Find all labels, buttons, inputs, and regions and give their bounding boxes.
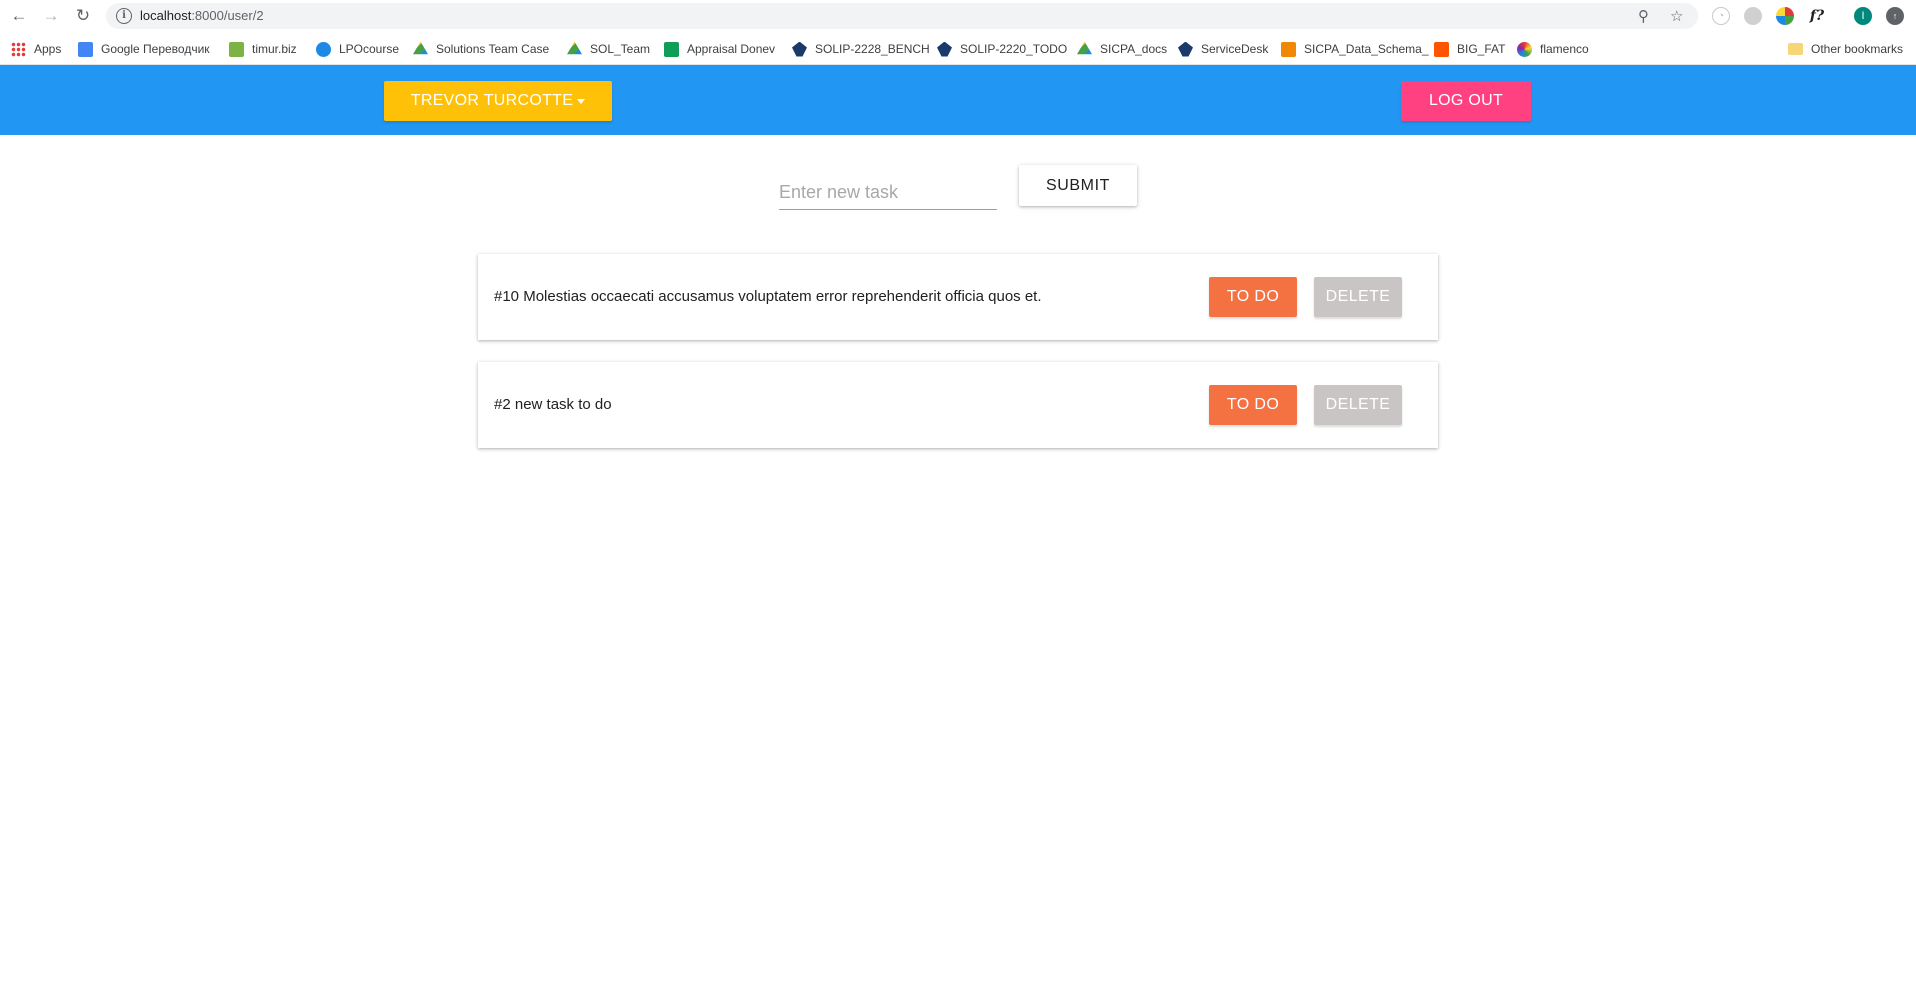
- jira-icon: [937, 41, 952, 57]
- extension-clock-icon[interactable]: ◔: [1712, 7, 1730, 25]
- bookmark-label: BIG_FAT: [1457, 42, 1506, 56]
- bookmark-other-bookmarks[interactable]: Other bookmarks: [1788, 40, 1903, 58]
- google-translate-icon: [78, 41, 93, 57]
- mail-icon: [229, 41, 244, 57]
- site-info-icon[interactable]: i: [116, 8, 132, 24]
- task-text: #2 new task to do: [494, 396, 612, 413]
- delete-button[interactable]: DELETE: [1314, 385, 1402, 425]
- url-text: localhost:8000/user/2: [140, 8, 264, 23]
- drawio-icon: [1281, 41, 1296, 57]
- bookmark-sol-team[interactable]: SOL_Team: [567, 40, 650, 58]
- extension-color-icon[interactable]: [1776, 7, 1794, 25]
- bookmark-flamenco[interactable]: flamenco: [1517, 40, 1589, 58]
- bookmark-label: SICPA_docs: [1100, 42, 1168, 56]
- task-card: #10 Molestias occaecati accusamus volupt…: [478, 254, 1438, 340]
- submit-button[interactable]: SUBMIT: [1019, 165, 1137, 206]
- bookmark-label: SOL_Team: [590, 42, 651, 56]
- sheets-icon: [664, 41, 679, 57]
- delete-button[interactable]: DELETE: [1314, 277, 1402, 317]
- bookmark-solip-2220-todo[interactable]: SOLIP-2220_TODO: [937, 40, 1067, 58]
- forward-arrow-icon[interactable]: →: [40, 5, 62, 27]
- bookmark-solip-2228-bench[interactable]: SOLIP-2228_BENCH: [792, 40, 930, 58]
- browser-toolbar: ← → ↻ i localhost:8000/user/2 ⚲ ☆ ◔ f? I…: [0, 0, 1916, 32]
- bookmark-label: Apps: [34, 42, 62, 56]
- drive-icon: [413, 41, 428, 55]
- user-name-label: TREVOR TURCOTTE: [410, 92, 574, 109]
- bookmark-solutions-team-case[interactable]: Solutions Team Case: [413, 40, 549, 58]
- bookmark-label: SICPA_Data_Schema_: [1304, 42, 1429, 56]
- bookmark-label: SOLIP-2228_BENCH: [815, 42, 930, 56]
- bookmark-timur-biz[interactable]: timur.biz: [229, 40, 297, 58]
- drive-icon: [1077, 41, 1092, 55]
- address-bar[interactable]: i localhost:8000/user/2 ⚲ ☆: [106, 3, 1698, 29]
- update-arrow-icon[interactable]: ↑: [1886, 7, 1904, 25]
- jira-icon: [1178, 41, 1193, 57]
- task-text: #10 Molestias occaecati accusamus volupt…: [494, 288, 1042, 305]
- task-card: #2 new task to do TO DO DELETE: [478, 362, 1438, 448]
- bookmarks-bar: Apps Google Переводчик timur.biz LPOcour…: [0, 32, 1916, 65]
- bookmark-lpocourse[interactable]: LPOcourse: [316, 40, 399, 58]
- drive-icon: [567, 41, 582, 55]
- bookmark-label: SOLIP-2220_TODO: [960, 42, 1068, 56]
- lpo-icon: [316, 41, 331, 57]
- bookmark-label: timur.biz: [252, 42, 297, 56]
- apps-grid-icon: [11, 41, 26, 57]
- bookmark-label: Solutions Team Case: [436, 42, 550, 56]
- task-list: #10 Molestias occaecati accusamus volupt…: [478, 254, 1438, 470]
- app-header: TREVOR TURCOTTE LOG OUT: [0, 65, 1916, 135]
- bookmark-label: flamenco: [1540, 42, 1589, 56]
- bookmark-sicpa-data-schema[interactable]: SICPA_Data_Schema_: [1281, 40, 1429, 58]
- bookmark-servicedesk[interactable]: ServiceDesk: [1178, 40, 1268, 58]
- folder-icon: [1788, 43, 1803, 55]
- bookmark-appraisal-donev[interactable]: Appraisal Donev: [664, 40, 775, 58]
- bookmark-label: ServiceDesk: [1201, 42, 1269, 56]
- bookmark-label: Google Переводчик: [101, 42, 210, 56]
- bookmark-apps[interactable]: Apps: [11, 40, 61, 58]
- back-arrow-icon[interactable]: ←: [8, 5, 30, 27]
- jira-icon: [792, 41, 807, 57]
- logout-button[interactable]: LOG OUT: [1401, 81, 1531, 121]
- todo-status-button[interactable]: TO DO: [1209, 385, 1297, 425]
- bookmark-sicpa-docs[interactable]: SICPA_docs: [1077, 40, 1167, 58]
- bookmark-label: Other bookmarks: [1811, 42, 1904, 56]
- extension-circle-icon[interactable]: [1744, 7, 1762, 25]
- user-menu-button[interactable]: TREVOR TURCOTTE: [384, 81, 612, 121]
- zoom-icon[interactable]: ⚲: [1638, 7, 1649, 25]
- bookmark-big-fat[interactable]: BIG_FAT: [1434, 40, 1505, 58]
- todo-status-button[interactable]: TO DO: [1209, 277, 1297, 317]
- soundcloud-icon: [1434, 41, 1449, 57]
- bookmark-google-translate[interactable]: Google Переводчик: [78, 40, 210, 58]
- profile-avatar[interactable]: I: [1854, 7, 1872, 25]
- reload-icon[interactable]: ↻: [72, 5, 94, 27]
- bookmark-label: Appraisal Donev: [687, 42, 776, 56]
- new-task-input[interactable]: [779, 172, 997, 210]
- extension-function-icon[interactable]: f?: [1808, 7, 1826, 25]
- bookmark-star-icon[interactable]: ☆: [1670, 7, 1683, 25]
- bookmark-label: LPOcourse: [339, 42, 400, 56]
- caret-down-icon: [577, 98, 586, 104]
- flower-icon: [1517, 41, 1532, 57]
